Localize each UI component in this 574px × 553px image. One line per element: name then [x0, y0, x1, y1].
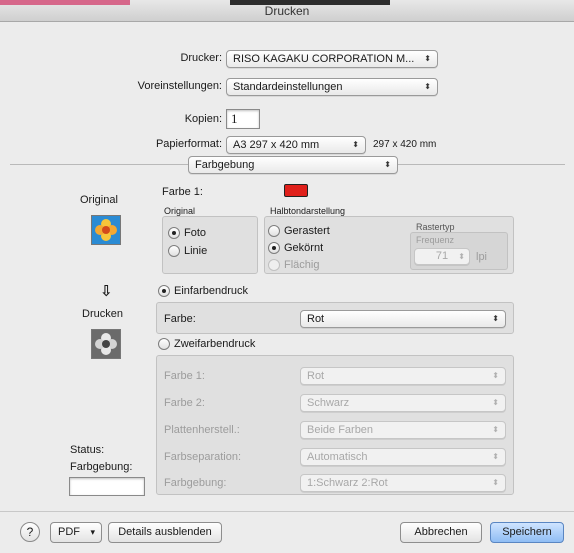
grained-radio[interactable]	[268, 242, 280, 254]
popup-arrow-icon: ⬍	[492, 371, 499, 380]
frequency-unit: lpi	[476, 251, 488, 263]
dual-colour-label: Zweifarbendruck	[174, 338, 256, 350]
line-label: Linie	[184, 245, 208, 257]
single-colour-label: Einfarbendruck	[174, 285, 248, 297]
print-preview	[91, 329, 121, 359]
flat-label: Flächig	[284, 259, 320, 271]
presets-label: Voreinstellungen:	[137, 80, 222, 92]
dual-row-value: Automatisch	[307, 451, 368, 463]
original-group-title: Original	[164, 206, 196, 216]
paper-value: A3 297 x 420 mm	[233, 139, 320, 151]
original-preview	[91, 215, 121, 245]
popup-arrow-icon: ⬍	[492, 425, 499, 434]
single-colour-value: Rot	[307, 313, 325, 325]
colour1-label: Farbe 1:	[162, 186, 203, 198]
window-chrome-stripe	[230, 0, 390, 5]
dual-colour1-popup: Rot ⬍	[300, 367, 506, 385]
dual-row-label: Farbseparation:	[164, 451, 242, 463]
single-colour-popup[interactable]: Rot ⬍	[300, 310, 506, 328]
screen-type-label: Rastertyp	[416, 222, 455, 232]
flower-colour-icon	[92, 216, 120, 244]
paper-size-text: 297 x 420 mm	[373, 139, 437, 150]
chevron-down-icon: ▾	[90, 527, 95, 537]
dual-row-value: Rot	[307, 370, 325, 382]
popup-arrow-icon: ⬍	[424, 82, 431, 91]
paper-label: Papierformat:	[155, 138, 222, 150]
frequency-value: 71	[435, 250, 449, 262]
copies-label: Kopien:	[184, 113, 222, 125]
save-button[interactable]: Speichern	[490, 522, 564, 543]
dual-row-label: Farbe 2:	[164, 397, 205, 409]
window-title: Drucken	[264, 4, 310, 18]
frequency-popup: 71 ⬍	[414, 248, 470, 265]
screened-label: Gerastert	[284, 225, 330, 237]
window-titlebar: Drucken	[0, 0, 574, 22]
photo-label: Foto	[184, 227, 207, 239]
line-radio[interactable]	[168, 245, 180, 257]
help-icon: ?	[26, 525, 34, 539]
popup-arrow-icon: ⬍	[458, 252, 465, 261]
pdf-menu-button[interactable]: PDF ▾	[50, 522, 102, 543]
cancel-button[interactable]: Abbrechen	[400, 522, 482, 543]
presets-popup[interactable]: Standardeinstellungen ⬍	[226, 78, 438, 96]
colour-separation-popup: Automatisch ⬍	[300, 448, 506, 466]
hide-details-button[interactable]: Details ausblenden	[108, 522, 222, 543]
popup-arrow-icon: ⬍	[352, 140, 359, 149]
popup-arrow-icon: ⬍	[492, 314, 499, 323]
popup-arrow-icon: ⬍	[492, 478, 499, 487]
original-label: Original	[80, 194, 118, 206]
photo-radio[interactable]	[168, 227, 180, 239]
dual-row-label: Farbe 1:	[164, 370, 205, 382]
footer-separator	[0, 511, 574, 512]
dual-row-label: Plattenherstell.:	[164, 424, 240, 436]
screened-radio[interactable]	[268, 225, 280, 237]
panel-popup[interactable]: Farbgebung ⬍	[188, 156, 398, 174]
popup-arrow-icon: ⬍	[384, 160, 391, 169]
colouring-label: Farbgebung:	[70, 461, 133, 473]
printer-label: Drucker:	[180, 52, 222, 64]
halftone-group-title: Halbtondarstellung	[270, 206, 346, 216]
paper-popup[interactable]: A3 297 x 420 mm ⬍	[226, 136, 366, 154]
frequency-label: Frequenz	[416, 235, 455, 245]
popup-arrow-icon: ⬍	[492, 452, 499, 461]
popup-arrow-icon: ⬍	[492, 398, 499, 407]
dual-row-value: Schwarz	[307, 397, 350, 409]
single-colour-radio[interactable]	[158, 285, 170, 297]
colour1-swatch	[284, 184, 308, 197]
printer-popup[interactable]: RISO KAGAKU CORPORATION M... ⬍	[226, 50, 438, 68]
dual-colour-radio[interactable]	[158, 338, 170, 350]
copies-field[interactable]: 1	[226, 109, 260, 129]
dual-row-value: Beide Farben	[307, 424, 374, 436]
dual-row-label: Farbgebung:	[164, 477, 227, 489]
print-label: Drucken	[82, 308, 123, 320]
down-arrow-icon: ⇩	[100, 283, 113, 300]
grained-label: Gekörnt	[284, 242, 324, 254]
single-colour-field-label: Farbe:	[164, 313, 196, 325]
colouring-status-field	[69, 477, 145, 496]
printer-value: RISO KAGAKU CORPORATION M...	[233, 53, 415, 65]
flower-mono-icon	[92, 330, 120, 358]
panel-value: Farbgebung	[195, 159, 255, 171]
popup-arrow-icon: ⬍	[424, 54, 431, 63]
dual-colour2-popup: Schwarz ⬍	[300, 394, 506, 412]
dual-row-value: 1:Schwarz 2:Rot	[307, 477, 388, 489]
flat-radio	[268, 259, 280, 271]
status-label: Status:	[70, 444, 105, 456]
window-chrome-stripe	[0, 0, 130, 5]
help-button[interactable]: ?	[20, 522, 40, 542]
colouring-popup: 1:Schwarz 2:Rot ⬍	[300, 474, 506, 492]
presets-value: Standardeinstellungen	[233, 81, 343, 93]
plate-making-popup: Beide Farben ⬍	[300, 421, 506, 439]
pdf-label: PDF	[58, 526, 80, 538]
